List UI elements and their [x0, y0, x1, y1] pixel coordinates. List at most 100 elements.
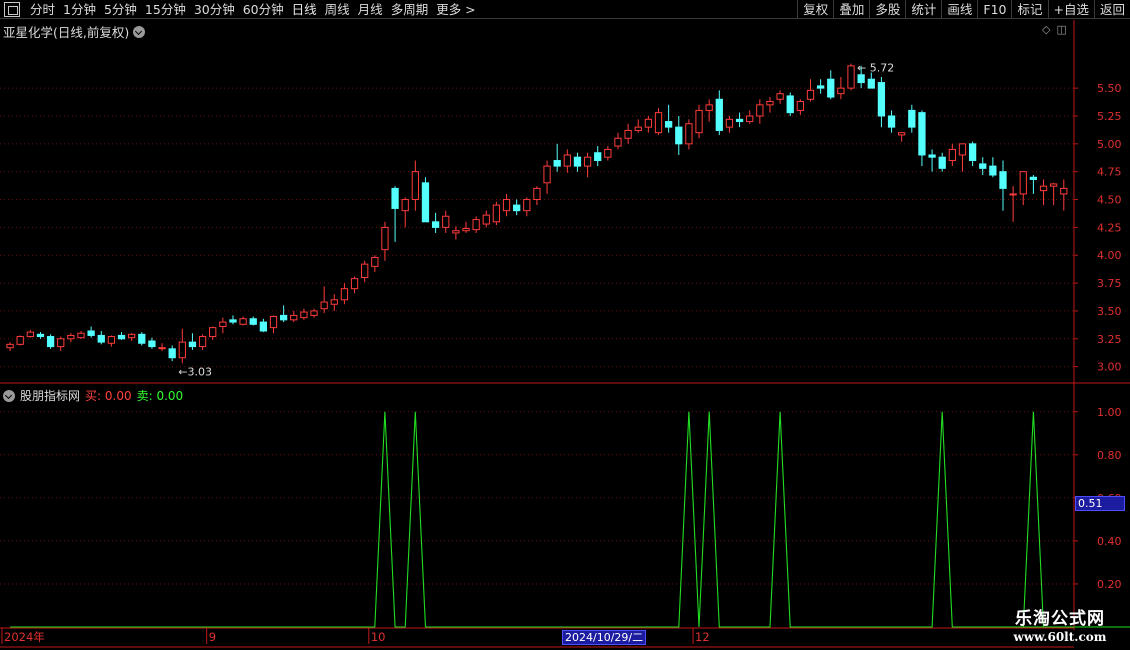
candle-body — [26, 331, 34, 338]
candle-body — [1019, 171, 1027, 195]
candle-body — [523, 199, 531, 212]
candle-body — [310, 310, 318, 316]
candle-body — [472, 219, 480, 231]
candle-body — [543, 165, 551, 184]
toolbar: 分时 1分钟 5分钟 15分钟 30分钟 60分钟 日线 周线 月线 多周期 更… — [0, 0, 1130, 19]
candle-body — [695, 109, 703, 134]
x-tick-label: 9 — [209, 630, 216, 644]
cursor-date-badge: 2024/10/29/二 — [562, 630, 647, 645]
candle-body — [867, 78, 875, 89]
candle-body — [1050, 183, 1058, 187]
statistics-button[interactable]: 统计 — [905, 0, 941, 19]
candle-body — [97, 334, 105, 343]
candle-body — [918, 112, 926, 156]
candle-body — [259, 321, 268, 332]
period-daily[interactable]: 日线 — [288, 0, 321, 19]
candle-body — [725, 118, 734, 128]
candle-body — [877, 82, 886, 117]
restore-panel-icon[interactable]: ◫ — [1056, 23, 1066, 36]
period-30min[interactable]: 30分钟 — [190, 0, 239, 19]
candle-body — [796, 100, 804, 111]
x-tick-label: 2024年 — [4, 630, 45, 644]
candle-body — [320, 301, 328, 310]
tool-bar: 复权 叠加 多股 统计 画线 F10 标记 +自选 返回 — [797, 0, 1130, 19]
candle-body — [654, 112, 663, 134]
candle-body — [300, 311, 308, 319]
indicator-line — [10, 411, 1130, 628]
candle-body — [219, 321, 227, 328]
candle-body — [857, 74, 865, 84]
mark-button[interactable]: 标记 — [1011, 0, 1047, 19]
candle-body — [401, 199, 409, 212]
period-more[interactable]: 更多 > — [432, 0, 479, 19]
candle-body — [756, 104, 764, 117]
candle-body — [624, 129, 632, 139]
candle-body — [452, 230, 460, 234]
candle-body — [138, 333, 146, 344]
period-bar: 分时 1分钟 5分钟 15分钟 30分钟 60分钟 日线 周线 月线 多周期 更… — [0, 0, 480, 19]
y-tick-label: 4.50 — [1097, 194, 1122, 207]
f10-button[interactable]: F10 — [977, 0, 1011, 19]
period-5min[interactable]: 5分钟 — [100, 0, 141, 19]
period-multi[interactable]: 多周期 — [387, 0, 433, 19]
candle-body — [57, 338, 65, 348]
y-tick-label: 0.20 — [1097, 578, 1122, 591]
candle-body — [715, 98, 723, 131]
low-price-label: ←3.03 — [178, 365, 212, 378]
period-minute-line[interactable]: 分时 — [26, 0, 59, 19]
candle-body — [958, 143, 967, 156]
period-weekly[interactable]: 周线 — [321, 0, 354, 19]
candle-body — [239, 318, 247, 325]
window-menu-icon[interactable] — [4, 2, 20, 17]
draw-line-button[interactable]: 画线 — [941, 0, 977, 19]
y-tick-label: 5.00 — [1097, 138, 1122, 151]
candle-body — [806, 89, 815, 100]
chevron-down-icon[interactable] — [3, 389, 15, 402]
candle-body — [989, 165, 997, 176]
candle-body — [776, 93, 784, 100]
panel-corner-controls: ◇ ◫ — [1042, 23, 1067, 36]
candle-body — [816, 85, 825, 89]
x-tick-label: 10 — [371, 630, 386, 644]
candle-body — [36, 333, 45, 338]
y-tick-label: 3.00 — [1097, 361, 1122, 374]
candle-body — [898, 132, 906, 136]
y-tick-label: 5.50 — [1097, 82, 1122, 95]
candle-body — [887, 115, 896, 128]
y-tick-label: 3.75 — [1097, 277, 1122, 290]
candle-body — [462, 227, 470, 232]
y-tick-label: 3.50 — [1097, 305, 1122, 318]
period-monthly[interactable]: 月线 — [354, 0, 387, 19]
y-tick-label: 3.25 — [1097, 333, 1122, 346]
candle-body — [198, 336, 207, 348]
candle-body — [1060, 187, 1068, 195]
candle-body — [563, 154, 571, 167]
buy-value: 买: 0.00 — [85, 389, 132, 403]
candle-body — [188, 341, 197, 348]
candle-body — [583, 156, 592, 167]
add-watchlist-button[interactable]: +自选 — [1047, 0, 1094, 19]
candle-body — [644, 118, 653, 128]
candle-body — [249, 318, 257, 325]
y-tick-label: 4.25 — [1097, 221, 1122, 234]
candle-body — [209, 327, 217, 338]
candle-body — [948, 148, 956, 162]
multi-stock-button[interactable]: 多股 — [869, 0, 905, 19]
adjust-button[interactable]: 复权 — [797, 0, 833, 19]
candle-body — [513, 204, 521, 212]
diamond-icon[interactable]: ◇ — [1042, 23, 1050, 36]
candle-body — [442, 215, 450, 228]
chevron-down-icon[interactable] — [133, 25, 146, 38]
watermark: 乐淘公式网 www.60lt.com — [992, 608, 1128, 648]
candle-body — [290, 314, 298, 321]
period-15min[interactable]: 15分钟 — [141, 0, 190, 19]
candle-body — [6, 343, 14, 349]
chart-canvas[interactable]: 3.00 3.25 3.50 3.75 4.00 4.25 4.50 4.75 5.00 5.25… — [0, 20, 1130, 650]
period-1min[interactable]: 1分钟 — [59, 0, 100, 19]
back-button[interactable]: 返回 — [1093, 0, 1130, 19]
y-tick-label: 4.00 — [1097, 249, 1122, 262]
period-60min[interactable]: 60分钟 — [239, 0, 288, 19]
stock-title: 亚星化学(日线,前复权) — [3, 25, 130, 40]
candle-body — [766, 100, 774, 106]
overlay-button[interactable]: 叠加 — [833, 0, 869, 19]
